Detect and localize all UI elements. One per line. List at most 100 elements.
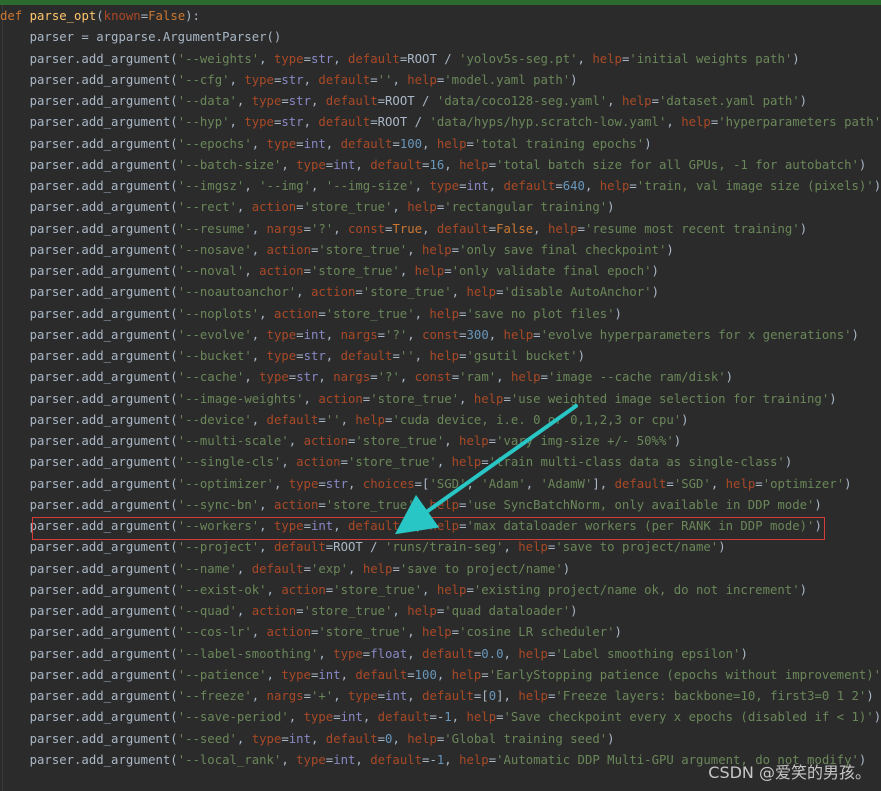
code-token: , bbox=[584, 179, 600, 193]
code-line[interactable]: parser.add_argument('--epochs', type=int… bbox=[0, 134, 881, 155]
code-token: '--imgsz' bbox=[177, 179, 245, 193]
code-line[interactable]: parser.add_argument('--batch-size', type… bbox=[0, 155, 881, 176]
code-token: = bbox=[318, 306, 326, 321]
code-token: parser.add_argument( bbox=[0, 731, 178, 746]
code-token: = bbox=[303, 689, 311, 703]
code-line[interactable]: parser.add_argument('--hyp', type=str, d… bbox=[0, 112, 881, 133]
code-line[interactable]: parser.add_argument('--noval', action='s… bbox=[0, 261, 881, 282]
code-token: parser.add_argument( bbox=[0, 604, 178, 618]
code-token: type bbox=[266, 349, 297, 363]
code-line[interactable]: parser = argparse.ArgumentParser() bbox=[0, 27, 881, 48]
code-token: '--workers' bbox=[177, 519, 260, 533]
code-line[interactable]: parser.add_argument('--bucket', type=str… bbox=[0, 346, 881, 367]
code-line[interactable]: parser.add_argument('--seed', type=int, … bbox=[0, 729, 881, 750]
code-token: parser = argparse.ArgumentParser() bbox=[0, 30, 282, 45]
code-token: ): bbox=[185, 9, 200, 23]
code-token: , bbox=[303, 115, 319, 130]
code-token: int bbox=[288, 731, 311, 746]
code-token: '--optimizer' bbox=[177, 476, 274, 491]
code-token: ) bbox=[718, 540, 726, 555]
code-line[interactable]: parser.add_argument('--single-cls', acti… bbox=[0, 452, 881, 473]
code-token: = bbox=[296, 200, 304, 215]
code-token: default bbox=[266, 412, 319, 427]
code-line[interactable]: parser.add_argument('--cos-lr', action='… bbox=[0, 622, 881, 643]
code-token: 'use weighted image selection for traini… bbox=[510, 391, 830, 406]
code-token: = bbox=[281, 731, 289, 746]
code-token: type bbox=[259, 370, 289, 385]
code-token: default bbox=[325, 94, 378, 108]
code-token: , bbox=[251, 625, 267, 640]
code-token: , bbox=[607, 94, 622, 108]
code-line[interactable]: parser.add_argument('--rect', action='st… bbox=[0, 197, 881, 218]
code-line[interactable]: parser.add_argument('--save-period', typ… bbox=[0, 707, 881, 728]
code-token: help bbox=[599, 179, 630, 193]
code-token: ) bbox=[607, 200, 615, 215]
code-token: int bbox=[310, 519, 334, 533]
code-token: '--label-smoothing' bbox=[177, 646, 319, 661]
code-line[interactable]: parser.add_argument('--weights', type=st… bbox=[0, 49, 881, 70]
code-line[interactable]: parser.add_argument('--noplots', action=… bbox=[0, 304, 881, 325]
code-line[interactable]: parser.add_argument('--image-weights', a… bbox=[0, 389, 881, 410]
code-line[interactable]: parser.add_argument('--sync-bn', action=… bbox=[0, 495, 881, 516]
code-token: action bbox=[266, 242, 311, 257]
code-token: default bbox=[273, 540, 326, 555]
code-token: nargs bbox=[266, 221, 304, 236]
code-line[interactable]: parser.add_argument('--name', default='e… bbox=[0, 559, 881, 580]
code-line[interactable]: parser.add_argument('--patience', type = i… bbox=[0, 665, 881, 686]
code-token: = bbox=[666, 476, 674, 491]
code-area[interactable]: def parse_opt(known=False): parser = arg… bbox=[0, 6, 881, 771]
code-line[interactable]: parser.add_argument('--project', default… bbox=[0, 537, 881, 558]
code-token: = bbox=[481, 667, 489, 682]
code-line[interactable]: parser.add_argument('--freeze', nargs='+… bbox=[0, 686, 881, 707]
code-token: parser.add_argument( bbox=[0, 540, 178, 555]
code-token: help bbox=[429, 519, 460, 533]
code-line[interactable]: parser.add_argument('--data', type=str, … bbox=[0, 91, 881, 112]
code-line[interactable]: parser.add_argument('--multi-scale', act… bbox=[0, 431, 881, 452]
code-line[interactable]: parser.add_argument('--evolve', type=int… bbox=[0, 325, 881, 346]
code-token: help bbox=[407, 200, 437, 215]
code-token: = bbox=[377, 731, 386, 746]
code-token: '--patience' bbox=[177, 667, 267, 682]
code-line[interactable]: parser.add_argument('--noautoanchor', ac… bbox=[0, 282, 881, 303]
code-token: , bbox=[318, 646, 334, 661]
code-editor[interactable]: def parse_opt(known=False): parser = arg… bbox=[0, 0, 881, 791]
code-token: 'resume most recent training' bbox=[585, 221, 800, 236]
code-line[interactable]: parser.add_argument('--exist-ok', action… bbox=[0, 580, 881, 601]
code-token: help bbox=[407, 72, 437, 87]
code-line[interactable]: parser.add_argument('--label-smoothing',… bbox=[0, 644, 881, 665]
code-line[interactable]: parser.add_argument('--nosave', action='… bbox=[0, 240, 881, 261]
code-token: default bbox=[318, 115, 371, 130]
code-line[interactable]: parser.add_argument('--quad', action='st… bbox=[0, 601, 881, 622]
code-token: ) bbox=[562, 561, 571, 576]
code-line[interactable]: parser.add_argument('--cache', type = str,… bbox=[0, 367, 881, 388]
code-line[interactable]: def parse_opt(known=False): bbox=[0, 6, 881, 27]
code-token: '--weights' bbox=[177, 51, 260, 66]
code-line[interactable]: parser.add_argument('--resume', nargs='?… bbox=[0, 219, 881, 240]
code-token: = bbox=[488, 157, 497, 172]
code-line[interactable]: parser.add_argument('--optimizer', type=… bbox=[0, 474, 881, 495]
code-token: nargs bbox=[340, 327, 378, 342]
code-token: , bbox=[340, 412, 356, 427]
code-line[interactable]: parser.add_argument('--imgsz', '--img', … bbox=[0, 176, 881, 197]
code-token: parser.add_argument( bbox=[0, 221, 178, 236]
code-token: help bbox=[503, 327, 534, 342]
code-token: '--freeze' bbox=[177, 689, 252, 703]
code-token: 300 bbox=[466, 327, 489, 342]
code-token: '' bbox=[325, 412, 341, 427]
code-token: int bbox=[466, 179, 489, 193]
code-token: help bbox=[459, 752, 489, 767]
code-token: type bbox=[288, 476, 319, 491]
code-token: parser.add_argument( bbox=[0, 582, 178, 597]
code-line[interactable]: parser.add_argument('--workers', type=in… bbox=[0, 516, 881, 537]
code-token: help bbox=[429, 306, 460, 321]
code-token: parser.add_argument( bbox=[0, 519, 178, 533]
code-token: str bbox=[325, 476, 348, 491]
code-line[interactable]: parser.add_argument('--device', default=… bbox=[0, 410, 881, 431]
code-token: , bbox=[466, 476, 482, 491]
code-token: = bbox=[481, 455, 489, 470]
code-token: parser.add_argument( bbox=[0, 561, 178, 576]
code-line[interactable]: parser.add_argument('--cfg', type = str, d… bbox=[0, 70, 881, 91]
code-token: ) bbox=[740, 646, 748, 661]
code-token: 100 bbox=[399, 136, 423, 151]
code-token: type bbox=[296, 752, 326, 767]
